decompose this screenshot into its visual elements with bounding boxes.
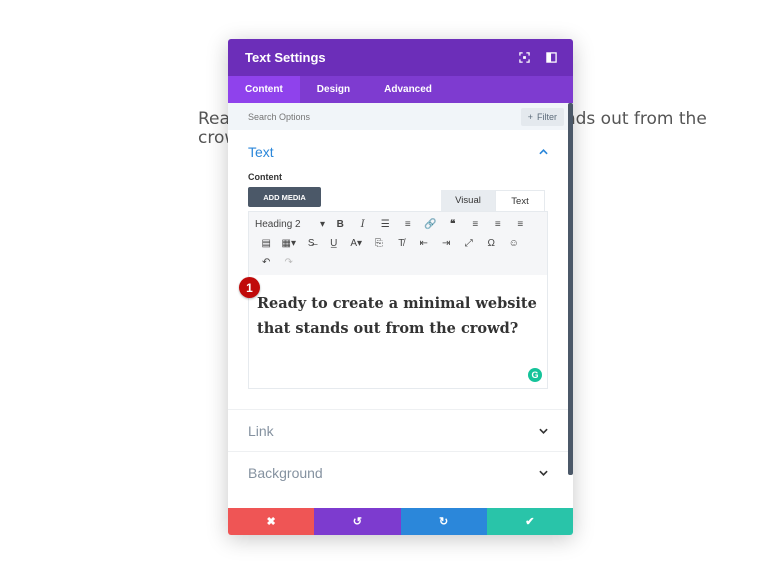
strikethrough-icon[interactable]: S̶: [300, 238, 323, 249]
modal-footer: ✖ ↺ ↻ ✔: [228, 508, 573, 535]
redo-button[interactable]: ↻: [400, 508, 487, 535]
plus-icon: +: [527, 111, 533, 122]
justify-icon[interactable]: ▤: [255, 238, 278, 249]
link-icon[interactable]: 🔗: [419, 219, 442, 230]
editor-toolbar: Heading 2 ▾ B I ☰ ≡ 🔗 ❝ ≡ ≡ ≡ ▤ ▦▾ S̶ U̲…: [249, 212, 547, 275]
chevron-down-icon: [539, 428, 548, 434]
sidebar-layout-icon[interactable]: [546, 52, 557, 63]
filter-button[interactable]: + Filter: [520, 107, 564, 126]
outdent-icon[interactable]: ⇤: [413, 238, 436, 249]
text-color-icon[interactable]: A▾: [345, 238, 368, 249]
undo-icon: ↺: [352, 516, 362, 528]
link-section-title: Link: [248, 422, 274, 439]
emoji-icon[interactable]: ☺: [503, 238, 526, 249]
redo-icon: ↻: [439, 516, 449, 528]
table-icon[interactable]: ▦▾: [278, 238, 301, 249]
close-icon: ✖: [266, 516, 276, 528]
scrollbar[interactable]: [568, 103, 573, 475]
bullet-list-icon[interactable]: ☰: [374, 219, 397, 230]
text-tab[interactable]: Text: [495, 190, 545, 211]
paste-text-icon[interactable]: ⎘: [368, 238, 391, 249]
content-label: Content: [248, 172, 282, 182]
modal-header: Text Settings: [228, 39, 573, 76]
toolbar-row-1: Heading 2 ▾ B I ☰ ≡ 🔗 ❝ ≡ ≡ ≡: [255, 215, 543, 234]
visual-tab[interactable]: Visual: [441, 190, 495, 211]
grammarly-icon[interactable]: G: [528, 368, 542, 382]
text-settings-modal: Text Settings Content Design Advanced + …: [228, 39, 573, 535]
toolbar-row-2: ▤ ▦▾ S̶ U̲ A▾ ⎘ T̸ ⇤ ⇥ ⤢ Ω ☺: [255, 234, 543, 253]
cancel-button[interactable]: ✖: [228, 508, 315, 535]
page: Ready to create a minimal website that s…: [0, 0, 768, 583]
toolbar-row-3: ↶ ↷: [255, 253, 543, 272]
modal-tabs: Content Design Advanced: [228, 76, 573, 103]
align-right-icon[interactable]: ≡: [509, 219, 532, 230]
header-icons: [519, 52, 557, 63]
tab-content[interactable]: Content: [228, 76, 300, 103]
background-section-header[interactable]: Background: [228, 451, 573, 493]
indent-icon[interactable]: ⇥: [435, 238, 458, 249]
format-select-value: Heading 2: [255, 219, 301, 230]
media-row: ADD MEDIA Visual Text: [248, 187, 573, 211]
clear-format-icon[interactable]: T̸: [390, 238, 413, 249]
check-icon: ✔: [525, 516, 535, 528]
link-section-header[interactable]: Link: [228, 409, 573, 451]
save-button[interactable]: ✔: [486, 508, 573, 535]
caret-down-icon: ▾: [319, 219, 325, 230]
modal-title: Text Settings: [245, 50, 326, 65]
numbered-list-icon[interactable]: ≡: [397, 219, 420, 230]
format-select[interactable]: Heading 2 ▾: [255, 219, 329, 230]
text-section-title: Text: [248, 144, 274, 160]
special-character-icon[interactable]: Ω: [480, 238, 503, 249]
align-left-icon[interactable]: ≡: [464, 219, 487, 230]
tab-design[interactable]: Design: [300, 76, 367, 103]
step-marker: 1: [239, 277, 260, 298]
rich-text-editor: Heading 2 ▾ B I ☰ ≡ 🔗 ❝ ≡ ≡ ≡ ▤ ▦▾ S̶ U̲…: [248, 211, 548, 389]
editor-content-area[interactable]: Ready to create a minimal website that s…: [249, 275, 547, 388]
fullscreen-icon[interactable]: [519, 52, 530, 63]
search-row: + Filter: [228, 103, 573, 130]
undo-button[interactable]: ↺: [314, 508, 401, 535]
chevron-down-icon: [539, 470, 548, 476]
editor-content-text: Ready to create a minimal website that s…: [257, 295, 537, 337]
fullscreen-editor-icon[interactable]: ⤢: [458, 238, 481, 249]
search-options-input[interactable]: [248, 111, 448, 122]
modal-body: + Filter Text Content ADD MEDIA Visual T…: [228, 103, 573, 508]
underline-icon[interactable]: U̲: [323, 238, 346, 249]
chevron-up-icon: [539, 149, 548, 155]
blockquote-icon[interactable]: ❝: [442, 219, 465, 230]
add-media-button[interactable]: ADD MEDIA: [248, 187, 321, 207]
italic-icon[interactable]: I: [352, 219, 375, 230]
undo-icon[interactable]: ↶: [255, 257, 278, 268]
align-center-icon[interactable]: ≡: [487, 219, 510, 230]
filter-label: Filter: [537, 111, 557, 122]
tab-advanced[interactable]: Advanced: [367, 76, 449, 103]
bold-icon[interactable]: B: [329, 219, 352, 230]
text-section-header[interactable]: Text: [228, 130, 573, 172]
redo-icon[interactable]: ↷: [278, 257, 301, 268]
editor-mode-tabs: Visual Text: [441, 190, 545, 211]
background-section-title: Background: [248, 464, 323, 481]
